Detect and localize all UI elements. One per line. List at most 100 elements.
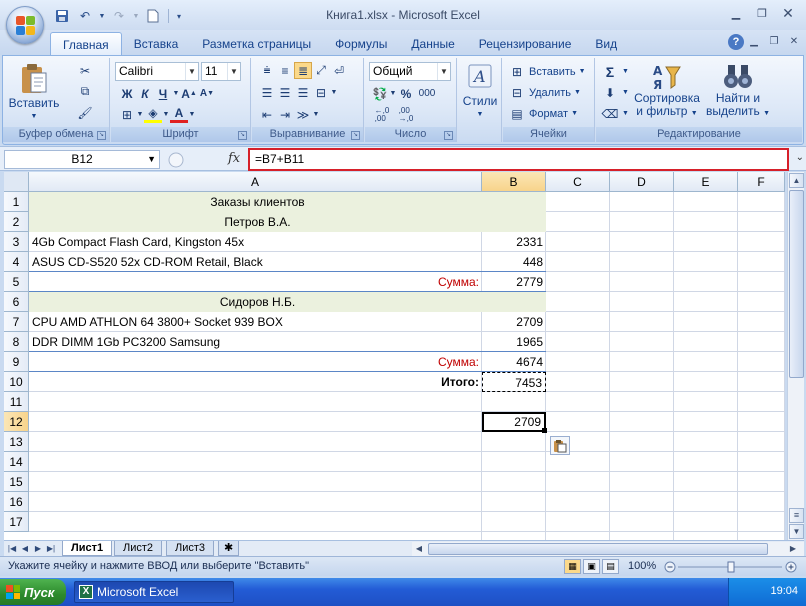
- text-direction-icon[interactable]: ≫: [294, 106, 312, 123]
- font-color-dropdown-icon[interactable]: ▼: [188, 106, 196, 123]
- fill-dropdown-icon[interactable]: ▼: [162, 106, 170, 123]
- cell-A4[interactable]: ASUS CD-S520 52x CD-ROM Retail, Black: [29, 252, 486, 272]
- sheet-tab-2[interactable]: Лист2: [114, 541, 163, 556]
- thousands-icon[interactable]: 000: [415, 85, 439, 102]
- column-header-D[interactable]: D: [610, 172, 674, 192]
- cell-B12-active[interactable]: 2709: [482, 412, 546, 432]
- horizontal-scrollbar[interactable]: ◀ ▶: [412, 542, 804, 556]
- decrease-decimal-icon[interactable]: ,00 →,0: [395, 106, 417, 123]
- tab-formulas[interactable]: Формулы: [323, 32, 399, 55]
- align-right-icon[interactable]: ☰: [294, 84, 312, 101]
- close-icon[interactable]: ✕: [776, 4, 800, 22]
- row-header-3[interactable]: 3: [4, 232, 29, 252]
- select-all-corner[interactable]: [4, 172, 29, 192]
- row-header-10[interactable]: 10: [4, 372, 29, 392]
- row-header-7[interactable]: 7: [4, 312, 29, 332]
- workbook-restore-icon[interactable]: ❐: [766, 34, 782, 50]
- format-cells-button[interactable]: ▤ Формат ▼: [505, 104, 581, 123]
- tab-data[interactable]: Данные: [399, 32, 466, 55]
- scroll-down-icon[interactable]: ▼: [789, 524, 804, 539]
- decrease-font-icon[interactable]: A ▼: [198, 85, 216, 102]
- alignment-launcher-icon[interactable]: ↘: [351, 131, 360, 140]
- currency-dropdown-icon[interactable]: ▼: [389, 85, 397, 102]
- merge-center-icon[interactable]: ⊟: [312, 84, 330, 101]
- row-header-11[interactable]: 11: [4, 392, 29, 412]
- row-header-1[interactable]: 1: [4, 192, 29, 212]
- tab-review[interactable]: Рецензирование: [467, 32, 584, 55]
- font-color-icon[interactable]: A: [170, 106, 188, 123]
- insert-function-icon[interactable]: fx: [228, 151, 240, 166]
- underline-dropdown-icon[interactable]: ▼: [172, 85, 180, 102]
- fill-handle[interactable]: [542, 428, 547, 433]
- delete-cells-dropdown-icon[interactable]: ▼: [574, 89, 581, 96]
- increase-indent-icon[interactable]: ⇥: [276, 106, 294, 123]
- row-header-17[interactable]: 17: [4, 512, 29, 532]
- minimize-icon[interactable]: ▁: [724, 4, 748, 22]
- cell-B9[interactable]: 4674: [482, 352, 546, 372]
- zoom-level[interactable]: 100%: [628, 560, 656, 572]
- prev-sheet-icon[interactable]: ◀: [19, 542, 31, 555]
- start-button[interactable]: Пуск: [0, 579, 66, 605]
- bold-icon[interactable]: Ж: [118, 85, 136, 102]
- row-header-4[interactable]: 4: [4, 252, 29, 272]
- cell-A5[interactable]: Сумма:: [29, 272, 482, 292]
- tab-home[interactable]: Главная: [50, 32, 122, 55]
- help-icon[interactable]: ?: [728, 34, 744, 50]
- column-header-B[interactable]: B: [482, 172, 546, 192]
- fill-color-icon[interactable]: ◈: [144, 106, 162, 123]
- row-header-8[interactable]: 8: [4, 332, 29, 352]
- cell-A2[interactable]: Петров В.А.: [29, 212, 486, 232]
- workbook-minimize-icon[interactable]: ▁: [746, 34, 762, 50]
- increase-decimal-icon[interactable]: ←,0,00: [371, 106, 393, 123]
- align-top-icon[interactable]: ⩧: [258, 62, 276, 79]
- clipboard-launcher-icon[interactable]: ↘: [97, 131, 106, 140]
- column-header-A[interactable]: A: [29, 172, 482, 192]
- font-name-combo[interactable]: Calibri ▼: [115, 62, 199, 81]
- find-select-dropdown-icon[interactable]: ▼: [763, 110, 770, 117]
- row-header-13[interactable]: 13: [4, 432, 29, 452]
- horizontal-scroll-thumb[interactable]: [428, 543, 768, 555]
- paste-dropdown-icon[interactable]: ▼: [31, 110, 38, 123]
- merge-dropdown-icon[interactable]: ▼: [330, 84, 338, 101]
- styles-dropdown-icon[interactable]: ▼: [477, 108, 484, 121]
- page-layout-view-icon[interactable]: ▣: [583, 559, 600, 574]
- borders-dropdown-icon[interactable]: ▼: [136, 106, 144, 123]
- font-launcher-icon[interactable]: ↘: [238, 131, 247, 140]
- cell-B4[interactable]: 448: [482, 252, 546, 272]
- delete-cells-button[interactable]: ⊟ Удалить ▼: [505, 83, 584, 102]
- cell-B10-marquee[interactable]: 7453: [482, 372, 546, 392]
- insert-cells-dropdown-icon[interactable]: ▼: [579, 68, 586, 75]
- format-cells-dropdown-icon[interactable]: ▼: [571, 110, 578, 117]
- column-header-C[interactable]: C: [546, 172, 610, 192]
- sheet-tab-3[interactable]: Лист3: [166, 541, 215, 556]
- expand-formula-bar-icon[interactable]: ⌄: [796, 152, 804, 163]
- underline-icon[interactable]: Ч: [154, 85, 172, 102]
- maximize-icon[interactable]: ❐: [750, 4, 774, 22]
- column-header-F[interactable]: F: [738, 172, 785, 192]
- scroll-left-icon[interactable]: ◀: [412, 543, 426, 555]
- tab-view[interactable]: Вид: [583, 32, 629, 55]
- cell-B5[interactable]: 2779: [482, 272, 546, 292]
- worksheet-grid[interactable]: ABCDEF 1 2 3 4 5 6 7 8 9 10 11 12 13 14 15 16 17 Заказы …: [4, 172, 785, 540]
- fill-button[interactable]: ⬇ ▼: [598, 83, 632, 102]
- insert-cells-button[interactable]: ⊞ Вставить ▼: [505, 62, 589, 81]
- cell-A1[interactable]: Заказы клиентов: [29, 192, 486, 212]
- cell-B3[interactable]: 2331: [482, 232, 546, 252]
- italic-icon[interactable]: К: [136, 85, 154, 102]
- number-launcher-icon[interactable]: ↘: [444, 131, 453, 140]
- autosum-button[interactable]: Σ ▼: [598, 62, 632, 81]
- scroll-right-icon[interactable]: ▶: [786, 543, 800, 555]
- borders-icon[interactable]: ⊞: [118, 106, 136, 123]
- font-size-combo[interactable]: 11 ▼: [201, 62, 241, 81]
- cell-A9[interactable]: Сумма:: [29, 352, 482, 372]
- decrease-indent-icon[interactable]: ⇤: [258, 106, 276, 123]
- clear-button[interactable]: ⌫ ▼: [598, 104, 632, 123]
- workbook-close-icon[interactable]: ✕: [786, 34, 802, 50]
- text-direction-dropdown-icon[interactable]: ▼: [312, 106, 320, 123]
- scroll-up-icon[interactable]: ▲: [789, 173, 804, 188]
- normal-view-icon[interactable]: ▦: [564, 559, 581, 574]
- autosum-dropdown-icon[interactable]: ▼: [622, 68, 629, 75]
- row-header-5[interactable]: 5: [4, 272, 29, 292]
- number-format-dropdown-icon[interactable]: ▼: [437, 63, 450, 80]
- sheet-tab-1[interactable]: Лист1: [62, 541, 113, 556]
